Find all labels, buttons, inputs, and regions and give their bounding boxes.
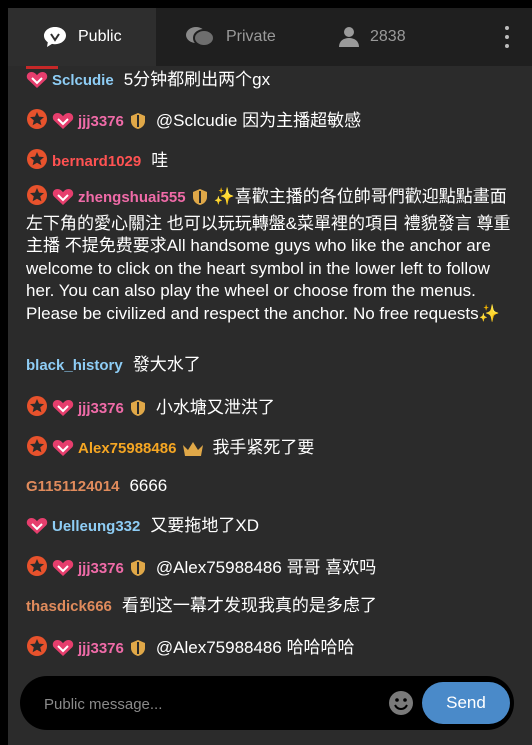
chat-username[interactable]: bernard1029 (52, 153, 141, 170)
chat-bubble-icon (42, 25, 68, 49)
chat-message: bernard1029 哇 (26, 148, 516, 177)
chat-message: jjj3376 @Alex75988486 哈哈哈哈 (26, 635, 516, 664)
chat-message-text: @Alex75988486 哈哈哈哈 (155, 638, 355, 657)
chat-message: Uelleung332 又要拖地了XD (26, 515, 516, 542)
shield-icon (130, 399, 146, 424)
fan-heart-icon (52, 188, 74, 213)
chat-username[interactable]: zhengshuai555 (78, 189, 186, 206)
fan-heart-icon (26, 517, 48, 542)
message-composer: Send (8, 664, 532, 745)
chat-message-text: 看到这一幕才发现我真的是多虑了 (121, 596, 377, 615)
user-icon (338, 26, 360, 48)
shield-icon (130, 559, 146, 584)
level-badge-icon (26, 148, 48, 177)
chat-username[interactable]: Sclcudie (52, 72, 114, 89)
chat-message-text: 哇 (151, 151, 169, 170)
chat-username[interactable]: jjj3376 (78, 640, 124, 657)
chat-message-text: 發大水了 (132, 355, 201, 374)
chat-username[interactable]: black_history (26, 357, 123, 374)
fan-heart-icon (26, 71, 48, 96)
user-count: 2838 (370, 28, 406, 45)
chat-username[interactable]: thasdick666 (26, 598, 112, 615)
chat-username[interactable]: Alex75988486 (78, 440, 176, 457)
chat-username[interactable]: jjj3376 (78, 560, 124, 577)
chat-message: jjj3376 小水塘又泄洪了 (26, 395, 516, 424)
chat-message: jjj3376 @Alex75988486 哥哥 喜欢吗 (26, 555, 516, 584)
chat-message-text: 我手紧死了要 (212, 438, 315, 457)
chat-message-text: 5分钟都刷出两个gx (123, 70, 271, 89)
fan-heart-icon (52, 559, 74, 584)
chat-message: jjj3376 @Sclcudie 因为主播超敏感 (26, 108, 516, 137)
chat-message: thasdick666 看到这一幕才发现我真的是多虑了 (26, 595, 516, 619)
chat-message-text: 小水塘又泄洪了 (155, 398, 275, 417)
fan-heart-icon (52, 639, 74, 664)
level-badge-icon (26, 184, 48, 213)
tab-private[interactable]: Private (156, 8, 308, 66)
send-button[interactable]: Send (422, 682, 510, 724)
fan-heart-icon (52, 112, 74, 137)
message-input[interactable] (44, 692, 374, 716)
shield-icon (130, 112, 146, 137)
level-badge-icon (26, 108, 48, 137)
chat-message: Alex75988486 我手紧死了要 (26, 435, 516, 464)
chat-message: G1151124014 6666 (26, 475, 516, 499)
shield-icon (130, 639, 146, 664)
fan-heart-icon (52, 399, 74, 424)
chat-message-text: ✨喜歡主播的各位帥哥們歡迎點點畫面左下角的愛心關注 也可以玩玩轉盤&菜單裡的項目… (26, 187, 511, 323)
chat-message-text: @Sclcudie 因为主播超敏感 (155, 111, 362, 130)
level-badge-icon (26, 635, 48, 664)
level-badge-icon (26, 555, 48, 584)
chat-message-list[interactable]: Sclcudie 5分钟都刷出两个gx jjj3376 @Sclcudie 因为主播… (8, 66, 532, 664)
chat-message-text: @Alex75988486 哥哥 喜欢吗 (155, 558, 377, 577)
tab-public[interactable]: Public (8, 8, 156, 66)
chat-message: Sclcudie 5分钟都刷出两个gx (26, 69, 516, 96)
chat-message: black_history 發大水了 (26, 354, 516, 378)
fan-heart-icon (52, 439, 74, 464)
chat-tabs: Public Private 2838 (8, 8, 532, 66)
more-options-icon[interactable] (504, 26, 510, 48)
chat-username[interactable]: jjj3376 (78, 113, 124, 130)
chat-message-text: 又要拖地了XD (150, 516, 259, 535)
tab-private-label: Private (226, 28, 276, 45)
chat-message-text: 6666 (129, 476, 168, 495)
emoji-icon[interactable] (388, 690, 414, 716)
shield-icon (192, 188, 208, 213)
chat-username[interactable]: Uelleung332 (52, 518, 140, 535)
tab-users[interactable]: 2838 (308, 8, 468, 66)
chat-username[interactable]: jjj3376 (78, 400, 124, 417)
level-badge-icon (26, 435, 48, 464)
message-input-container: Send (20, 676, 514, 730)
chat-username[interactable]: G1151124014 (26, 478, 119, 495)
chat-panel: Public Private 2838 Sclcudie 5分钟都刷出两个gx j… (8, 8, 532, 745)
crown-icon (182, 441, 204, 464)
chat-message: zhengshuai555 ✨喜歡主播的各位帥哥們歡迎點點畫面左下角的愛心關注 也… (26, 184, 516, 325)
level-badge-icon (26, 395, 48, 424)
private-chat-icon (184, 25, 216, 49)
tab-public-label: Public (78, 28, 122, 45)
